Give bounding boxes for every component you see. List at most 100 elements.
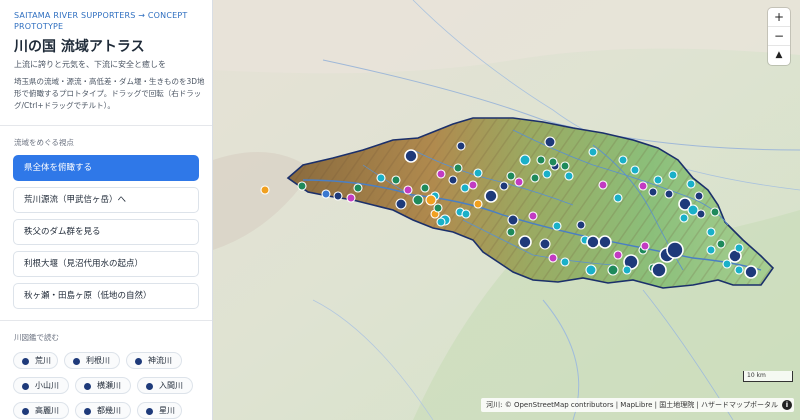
poi-marker[interactable] bbox=[484, 189, 498, 203]
poi-marker[interactable] bbox=[453, 163, 463, 173]
poi-marker[interactable] bbox=[436, 169, 446, 179]
poi-marker[interactable] bbox=[734, 265, 744, 275]
poi-marker[interactable] bbox=[376, 173, 386, 183]
poi-marker[interactable] bbox=[391, 175, 401, 185]
poi-marker[interactable] bbox=[473, 199, 483, 209]
poi-marker[interactable] bbox=[346, 193, 356, 203]
poi-marker[interactable] bbox=[734, 243, 744, 253]
poi-marker[interactable] bbox=[506, 171, 516, 181]
poi-marker[interactable] bbox=[638, 181, 648, 191]
poi-marker[interactable] bbox=[648, 187, 658, 197]
poi-marker[interactable] bbox=[404, 149, 418, 163]
poi-marker[interactable] bbox=[448, 175, 458, 185]
poi-marker[interactable] bbox=[506, 227, 516, 237]
poi-marker[interactable] bbox=[260, 185, 270, 195]
poi-marker[interactable] bbox=[403, 185, 413, 195]
poi-marker[interactable] bbox=[588, 147, 598, 157]
poi-marker[interactable] bbox=[544, 136, 556, 148]
poi-marker[interactable] bbox=[560, 257, 570, 267]
map-view[interactable]: + − ▲ 10 km 河川: © OpenStreetMap contribu… bbox=[213, 0, 800, 420]
view-button-overview[interactable]: 県全体を俯瞰する bbox=[13, 155, 199, 181]
view-button-tone-weir[interactable]: 利根大堰（見沼代用水の起点） bbox=[13, 251, 199, 277]
poi-marker[interactable] bbox=[622, 265, 632, 275]
poi-marker[interactable] bbox=[542, 169, 552, 179]
poi-marker[interactable] bbox=[514, 177, 524, 187]
poi-marker[interactable] bbox=[679, 213, 689, 223]
poi-marker[interactable] bbox=[530, 173, 540, 183]
poi-marker[interactable] bbox=[528, 211, 538, 221]
river-chip[interactable]: 利根川 bbox=[64, 352, 120, 369]
poi-marker[interactable] bbox=[536, 155, 546, 165]
river-chip[interactable]: 高麗川 bbox=[13, 402, 69, 419]
poi-marker[interactable] bbox=[353, 183, 363, 193]
poi-marker[interactable] bbox=[598, 180, 608, 190]
poi-marker[interactable] bbox=[696, 209, 706, 219]
poi-marker[interactable] bbox=[519, 154, 531, 166]
zoom-out-button[interactable]: − bbox=[768, 27, 790, 46]
poi-marker[interactable] bbox=[395, 198, 407, 210]
river-chip[interactable]: 入間川 bbox=[137, 377, 193, 394]
river-chip[interactable]: 星川 bbox=[137, 402, 182, 419]
poi-marker[interactable] bbox=[585, 264, 597, 276]
poi-marker[interactable] bbox=[460, 183, 470, 193]
poi-marker[interactable] bbox=[710, 207, 720, 217]
poi-marker[interactable] bbox=[613, 193, 623, 203]
river-chip[interactable]: 荒川 bbox=[13, 352, 58, 369]
poi-marker[interactable] bbox=[651, 262, 667, 278]
view-button-arakawa-source[interactable]: 荒川源流（甲武信ヶ岳）へ bbox=[13, 187, 199, 213]
poi-marker[interactable] bbox=[653, 175, 663, 185]
info-icon[interactable]: i bbox=[782, 400, 792, 410]
poi-marker[interactable] bbox=[333, 191, 343, 201]
poi-marker[interactable] bbox=[598, 235, 612, 249]
river-chip[interactable]: 都幾川 bbox=[75, 402, 131, 419]
poi-marker[interactable] bbox=[507, 214, 519, 226]
poi-marker[interactable] bbox=[564, 171, 574, 181]
poi-marker[interactable] bbox=[468, 180, 478, 190]
poi-marker[interactable] bbox=[706, 245, 716, 255]
zoom-control: + − ▲ bbox=[768, 8, 790, 65]
poi-marker[interactable] bbox=[499, 181, 509, 191]
poi-marker[interactable] bbox=[539, 238, 551, 250]
river-chip[interactable]: 小山川 bbox=[13, 377, 69, 394]
poi-marker[interactable] bbox=[664, 189, 674, 199]
poi-marker[interactable] bbox=[548, 157, 558, 167]
poi-marker[interactable] bbox=[744, 265, 758, 279]
poi-marker[interactable] bbox=[461, 209, 471, 219]
poi-marker[interactable] bbox=[433, 203, 443, 213]
poi-marker[interactable] bbox=[412, 194, 424, 206]
compass-icon[interactable]: ▲ bbox=[768, 46, 790, 65]
poi-marker[interactable] bbox=[473, 168, 483, 178]
poi-marker[interactable] bbox=[436, 217, 446, 227]
poi-marker[interactable] bbox=[666, 241, 684, 259]
poi-marker[interactable] bbox=[420, 183, 430, 193]
poi-marker[interactable] bbox=[456, 141, 466, 151]
poi-marker[interactable] bbox=[560, 161, 570, 171]
poi-marker[interactable] bbox=[576, 220, 586, 230]
view-button-akigase[interactable]: 秋ヶ瀬・田島ヶ原（低地の自然） bbox=[13, 283, 199, 309]
poi-marker[interactable] bbox=[297, 181, 307, 191]
zoom-in-button[interactable]: + bbox=[768, 8, 790, 27]
terrain-map[interactable] bbox=[213, 0, 800, 420]
poi-marker[interactable] bbox=[425, 194, 437, 206]
poi-marker[interactable] bbox=[607, 264, 619, 276]
poi-marker[interactable] bbox=[586, 235, 600, 249]
poi-marker[interactable] bbox=[618, 155, 628, 165]
poi-marker[interactable] bbox=[613, 250, 623, 260]
poi-marker[interactable] bbox=[630, 165, 640, 175]
poi-marker[interactable] bbox=[686, 179, 696, 189]
river-chip[interactable]: 横瀬川 bbox=[75, 377, 131, 394]
poi-marker[interactable] bbox=[640, 241, 650, 251]
poi-marker[interactable] bbox=[694, 191, 704, 201]
poi-marker[interactable] bbox=[518, 235, 532, 249]
poi-marker[interactable] bbox=[548, 253, 558, 263]
poi-marker[interactable] bbox=[706, 227, 716, 237]
river-chip-label: 利根川 bbox=[86, 356, 110, 365]
river-chip-label: 荒川 bbox=[35, 356, 51, 365]
poi-marker[interactable] bbox=[321, 189, 331, 199]
poi-marker[interactable] bbox=[668, 170, 678, 180]
poi-marker[interactable] bbox=[552, 221, 562, 231]
poi-marker[interactable] bbox=[716, 239, 726, 249]
poi-marker[interactable] bbox=[722, 259, 732, 269]
view-button-chichibu-dams[interactable]: 秩父のダム群を見る bbox=[13, 219, 199, 245]
river-chip[interactable]: 神流川 bbox=[126, 352, 182, 369]
